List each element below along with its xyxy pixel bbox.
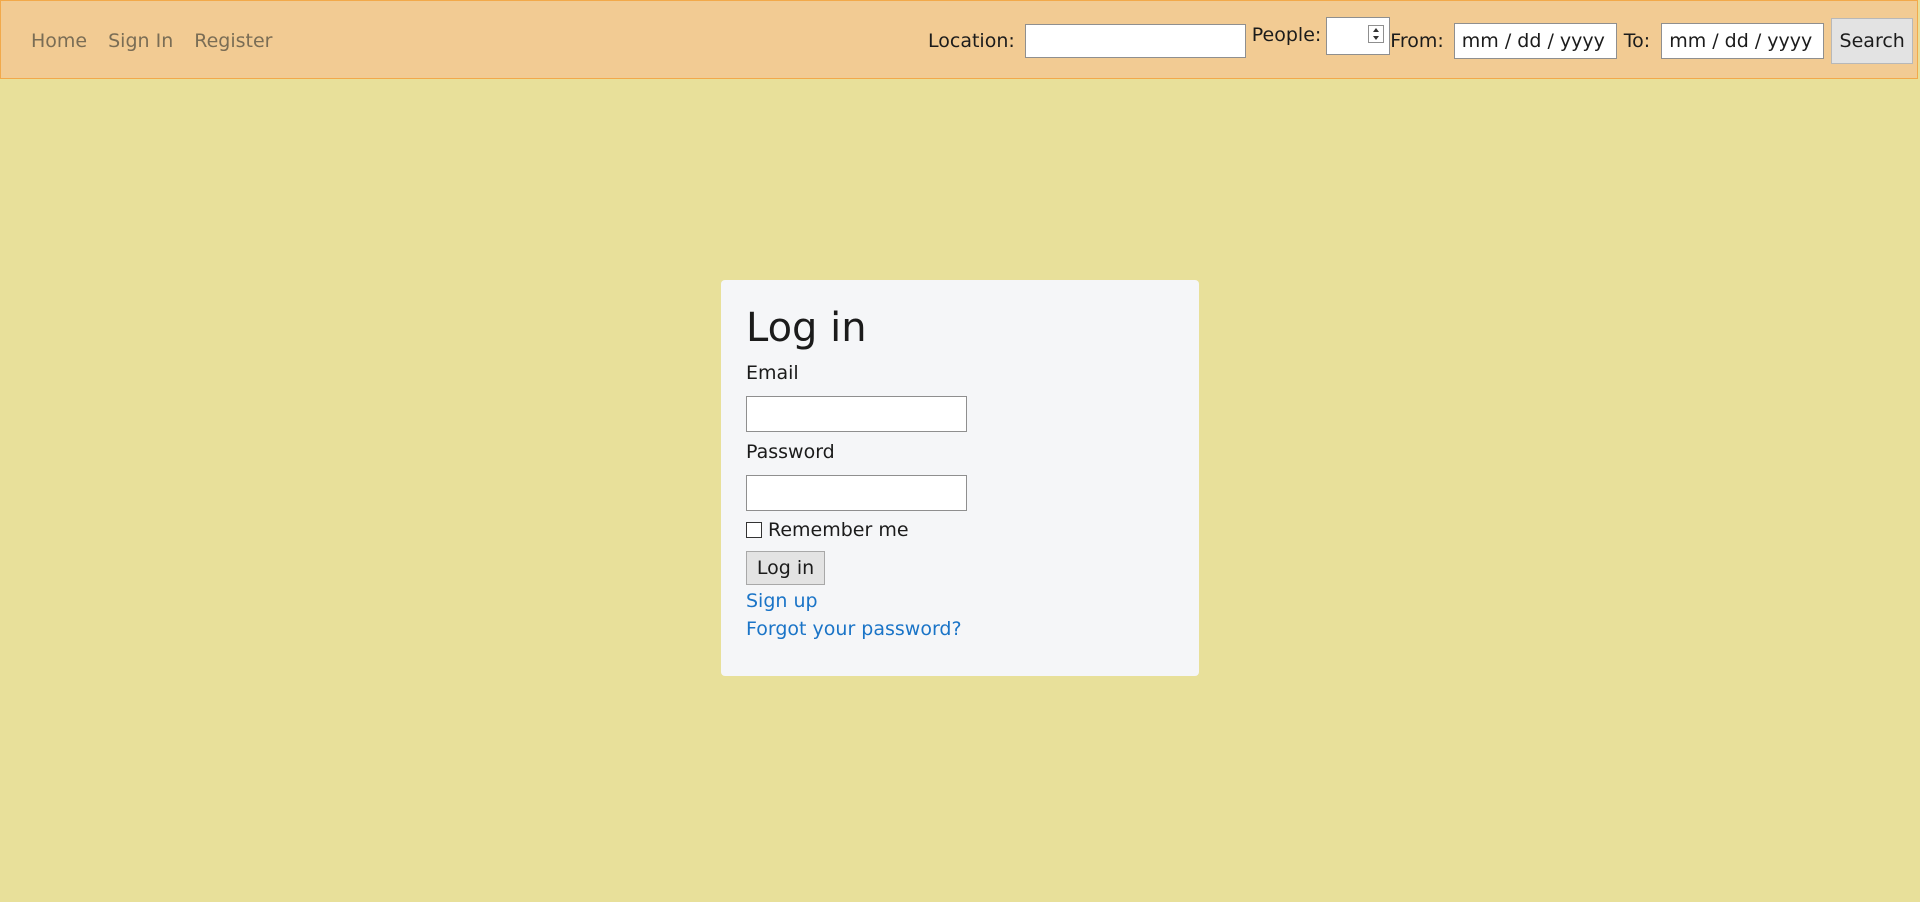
from-label: From:	[1390, 29, 1444, 52]
nav-home-link[interactable]: Home	[31, 30, 87, 52]
forgot-password-link[interactable]: Forgot your password?	[746, 618, 1174, 641]
email-label: Email	[746, 362, 799, 384]
search-button[interactable]: Search	[1831, 17, 1914, 64]
nav-register-link[interactable]: Register	[194, 30, 272, 52]
email-field[interactable]	[746, 396, 967, 432]
search-form: Location: People: From: mm / dd / yyyy T…	[928, 1, 1914, 80]
password-label: Password	[746, 441, 835, 463]
remember-me-row: Remember me	[746, 519, 1174, 541]
from-date-input[interactable]: mm / dd / yyyy	[1453, 22, 1617, 59]
to-label: To:	[1623, 29, 1651, 52]
location-label: Location:	[928, 29, 1015, 52]
remember-me-checkbox[interactable]	[746, 522, 762, 538]
sign-up-link[interactable]: Sign up	[746, 590, 1174, 613]
location-input[interactable]	[1024, 23, 1246, 58]
nav-sign-in-link[interactable]: Sign In	[108, 30, 173, 52]
people-spinner[interactable]	[1368, 25, 1385, 43]
spinner-down-icon[interactable]	[1373, 36, 1380, 40]
top-navbar: Home Sign In Register Location: People: …	[0, 0, 1918, 79]
remember-me-label[interactable]: Remember me	[768, 519, 909, 541]
people-label: People:	[1251, 24, 1322, 46]
login-card: Log in Email Password Remember me Log in…	[721, 280, 1199, 676]
to-date-input[interactable]: mm / dd / yyyy	[1661, 22, 1825, 59]
nav-links: Home Sign In Register	[31, 1, 293, 80]
people-number-input[interactable]	[1326, 17, 1391, 55]
login-title: Log in	[746, 305, 867, 351]
log-in-button[interactable]: Log in	[746, 551, 825, 585]
spinner-up-icon[interactable]	[1373, 28, 1380, 32]
password-field[interactable]	[746, 475, 967, 511]
